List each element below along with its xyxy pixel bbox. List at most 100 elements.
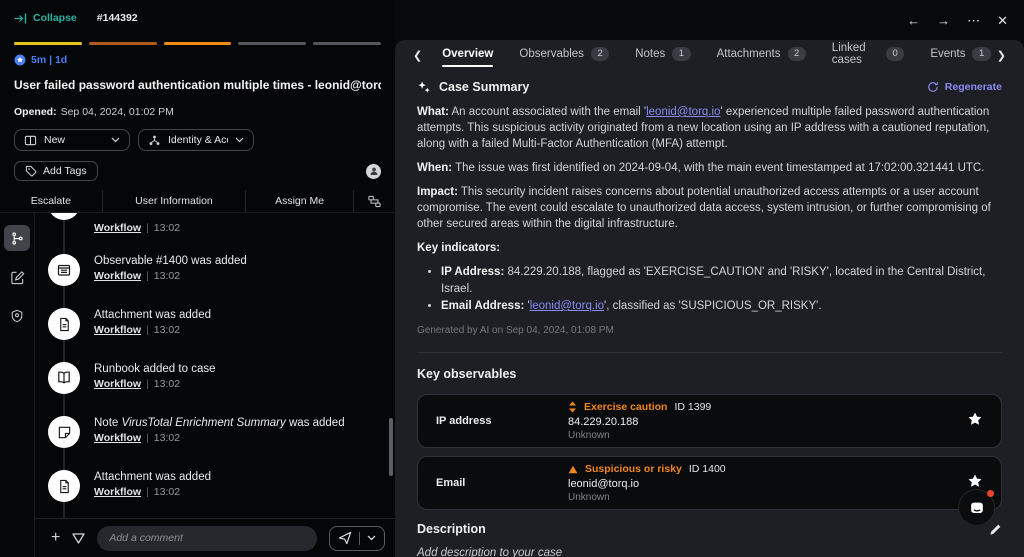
timeline-event-time: 13:02 — [154, 324, 180, 336]
timeline-event: Runbook added to caseWorkflow|13:02 — [35, 360, 395, 414]
tab-observables[interactable]: Observables2 — [519, 43, 609, 68]
timeline-event-source-link[interactable]: Workflow — [94, 486, 141, 498]
timeline-event-meta: Workflow|13:02 — [94, 270, 387, 282]
case-summary-body: What: An account associated with the ema… — [417, 104, 1002, 315]
chat-widget-button[interactable] — [959, 490, 994, 525]
timeline-event-meta: Workflow|13:02 — [94, 216, 395, 234]
section-divider — [417, 352, 1002, 353]
observable-details: Suspicious or riskyID 1400leonid@torq.io… — [568, 463, 967, 503]
sla-clock-icon — [14, 54, 26, 66]
summary-bullet: Email Address: 'leonid@torq.io', classif… — [441, 298, 1002, 315]
collapse-icon — [14, 13, 27, 24]
timeline-event-source-link[interactable]: Workflow — [94, 432, 141, 444]
timeline-event-source-link[interactable]: Workflow — [94, 222, 141, 234]
add-tags-button[interactable]: Add Tags — [14, 161, 98, 181]
chevron-down-icon — [235, 137, 244, 143]
star-icon[interactable] — [967, 411, 983, 432]
severity-risky-icon — [568, 465, 578, 474]
action-user-information[interactable]: User Information — [102, 190, 245, 212]
meta-separator: | — [146, 270, 149, 282]
send-comment-button[interactable] — [329, 526, 385, 551]
timeline-scrollbar[interactable] — [389, 418, 393, 476]
more-menu-button[interactable]: ⋯ — [967, 14, 980, 27]
notification-dot — [987, 490, 994, 497]
sla-bar-segment — [313, 42, 381, 45]
tab-label: Linked cases — [832, 42, 879, 66]
timeline-event-meta: Workflow|13:02 — [94, 432, 387, 444]
comment-input[interactable] — [97, 526, 317, 551]
category-dropdown[interactable]: Identity & Acces... — [138, 129, 254, 151]
add-attachment-button[interactable]: + — [51, 530, 60, 546]
sla-bar-segment — [238, 42, 306, 45]
status-dropdown-value: New — [44, 134, 104, 146]
timeline-event-source-link[interactable]: Workflow — [94, 378, 141, 390]
timeline-event-source-link[interactable]: Workflow — [94, 270, 141, 282]
filter-funnel-icon[interactable] — [72, 533, 85, 544]
edit-note-icon — [10, 270, 25, 285]
collapse-label: Collapse — [33, 12, 77, 24]
tab-notes[interactable]: Notes1 — [635, 43, 690, 68]
security-view-button[interactable] — [4, 303, 30, 329]
key-observables-list: IP addressExercise cautionID 139984.229.… — [417, 394, 1002, 510]
back-button[interactable]: ← — [907, 14, 920, 27]
case-summary-title: Case Summary — [439, 80, 529, 94]
timeline-event-time: 13:02 — [154, 378, 180, 390]
comment-bar: + — [35, 518, 395, 557]
collapse-button[interactable]: Collapse — [14, 12, 77, 24]
severity-caution-icon — [568, 401, 577, 413]
ai-sparkle-icon — [417, 80, 431, 94]
assignee-avatar[interactable] — [366, 164, 381, 179]
description-placeholder: Add description to your case — [417, 547, 1002, 557]
edit-description-pencil-icon[interactable] — [989, 523, 1002, 536]
paragraph-label: What: — [417, 106, 449, 118]
regenerate-button[interactable]: Regenerate — [927, 81, 1002, 93]
person-icon — [369, 166, 379, 176]
timeline-event-meta: Workflow|13:02 — [94, 378, 387, 390]
description-title: Description — [417, 522, 486, 536]
tab-events[interactable]: Events1 — [930, 43, 990, 68]
paragraph-label: Email Address: — [441, 300, 524, 312]
timeline-event-title: Note VirusTotal Enrichment Summary was a… — [94, 417, 387, 429]
timeline-event: Attachment was addedWorkflow|13:02 — [35, 306, 395, 360]
tab-count-badge: 2 — [788, 47, 806, 61]
email-link[interactable]: leonid@torq.io — [646, 106, 720, 118]
tab-linked-cases[interactable]: Linked cases0 — [832, 40, 905, 73]
opened-value: Sep 04, 2024, 01:02 PM — [61, 106, 174, 118]
notes-view-button[interactable] — [4, 264, 30, 290]
window-controls: ← → ⋯ ✕ — [395, 0, 1024, 40]
forward-button[interactable]: → — [937, 14, 950, 27]
timeline-view-button[interactable] — [4, 225, 30, 251]
tab-label: Observables — [519, 48, 584, 60]
timeline-event-time: 13:02 — [154, 432, 180, 444]
workflow-rail-icon — [10, 231, 25, 246]
runbook-icon — [48, 362, 80, 394]
chevron-down-icon — [111, 137, 120, 143]
action-escalate[interactable]: Escalate — [0, 190, 102, 212]
sla-bar-segment — [89, 42, 157, 45]
sla-timer-text: 5m | 1d — [31, 54, 67, 66]
tabs-scroll-right[interactable]: ❯ — [991, 49, 1012, 62]
meta-separator: | — [146, 324, 149, 336]
summary-paragraph: What: An account associated with the ema… — [417, 104, 1002, 152]
timeline-event-source-link[interactable]: Workflow — [94, 324, 141, 336]
tags-row: Add Tags — [14, 161, 381, 181]
action-assign-me[interactable]: Assign Me — [245, 190, 353, 212]
actions-workflow-button[interactable] — [353, 190, 395, 212]
email-link[interactable]: leonid@torq.io — [530, 300, 604, 312]
timeline-event-title: Attachment was added — [94, 471, 387, 483]
tab-overview[interactable]: Overview — [442, 44, 493, 67]
case-panel: Collapse #144392 5m | 1d User failed pas… — [0, 0, 395, 557]
tab-attachments[interactable]: Attachments2 — [717, 43, 806, 68]
workflow-small-icon — [368, 195, 381, 208]
close-button[interactable]: ✕ — [997, 14, 1008, 27]
key-observables-title: Key observables — [417, 367, 1002, 381]
observable-icon — [48, 254, 80, 286]
timeline-event-title: Observable #1400 was added — [94, 255, 387, 267]
timeline-event-meta: Workflow|13:02 — [94, 486, 387, 498]
tabs-scroll-left[interactable]: ❮ — [407, 49, 428, 62]
generated-note: Generated by AI on Sep 04, 2024, 01:08 P… — [417, 325, 1002, 336]
status-dropdown[interactable]: New — [14, 129, 130, 151]
observable-status: Unknown — [568, 430, 967, 441]
summary-key-indicators: IP Address: 84.229.20.188, flagged as 'E… — [417, 264, 1002, 315]
case-body: Workflow|13:02Observable #1400 was added… — [0, 212, 395, 557]
